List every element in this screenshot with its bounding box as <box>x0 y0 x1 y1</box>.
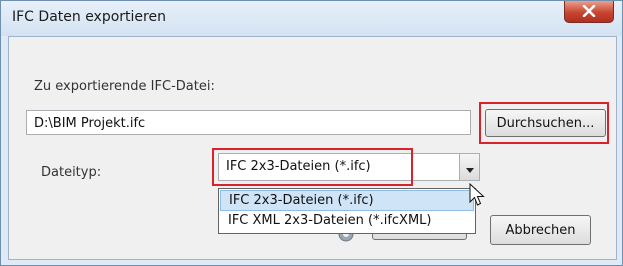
window-title: IFC Daten exportieren <box>12 9 166 25</box>
cancel-button[interactable]: Abbrechen <box>490 215 591 245</box>
file-type-dropdown-list: IFC 2x3-Dateien (*.ifc) IFC XML 2x3-Date… <box>218 188 476 234</box>
browse-button-highlight <box>479 102 609 144</box>
close-icon <box>582 2 596 21</box>
chevron-down-icon <box>465 158 474 177</box>
file-path-field[interactable]: D:\BIM Projekt.ifc <box>26 110 471 135</box>
dropdown-button[interactable] <box>459 154 479 180</box>
select-highlight <box>212 148 413 186</box>
dropdown-option-ifcxml[interactable]: IFC XML 2x3-Dateien (*.ifcXML) <box>220 211 474 232</box>
close-button[interactable] <box>564 1 614 23</box>
file-type-label: Dateityp: <box>41 165 102 180</box>
dropdown-option-ifc[interactable]: IFC 2x3-Dateien (*.ifc) <box>220 190 474 211</box>
title-bar: IFC Daten exportieren <box>1 1 622 36</box>
mouse-cursor-icon <box>469 182 485 211</box>
file-label: Zu exportierende IFC-Datei: <box>34 79 215 94</box>
dialog-window: IFC Daten exportieren Zu exportierende I… <box>0 0 623 266</box>
